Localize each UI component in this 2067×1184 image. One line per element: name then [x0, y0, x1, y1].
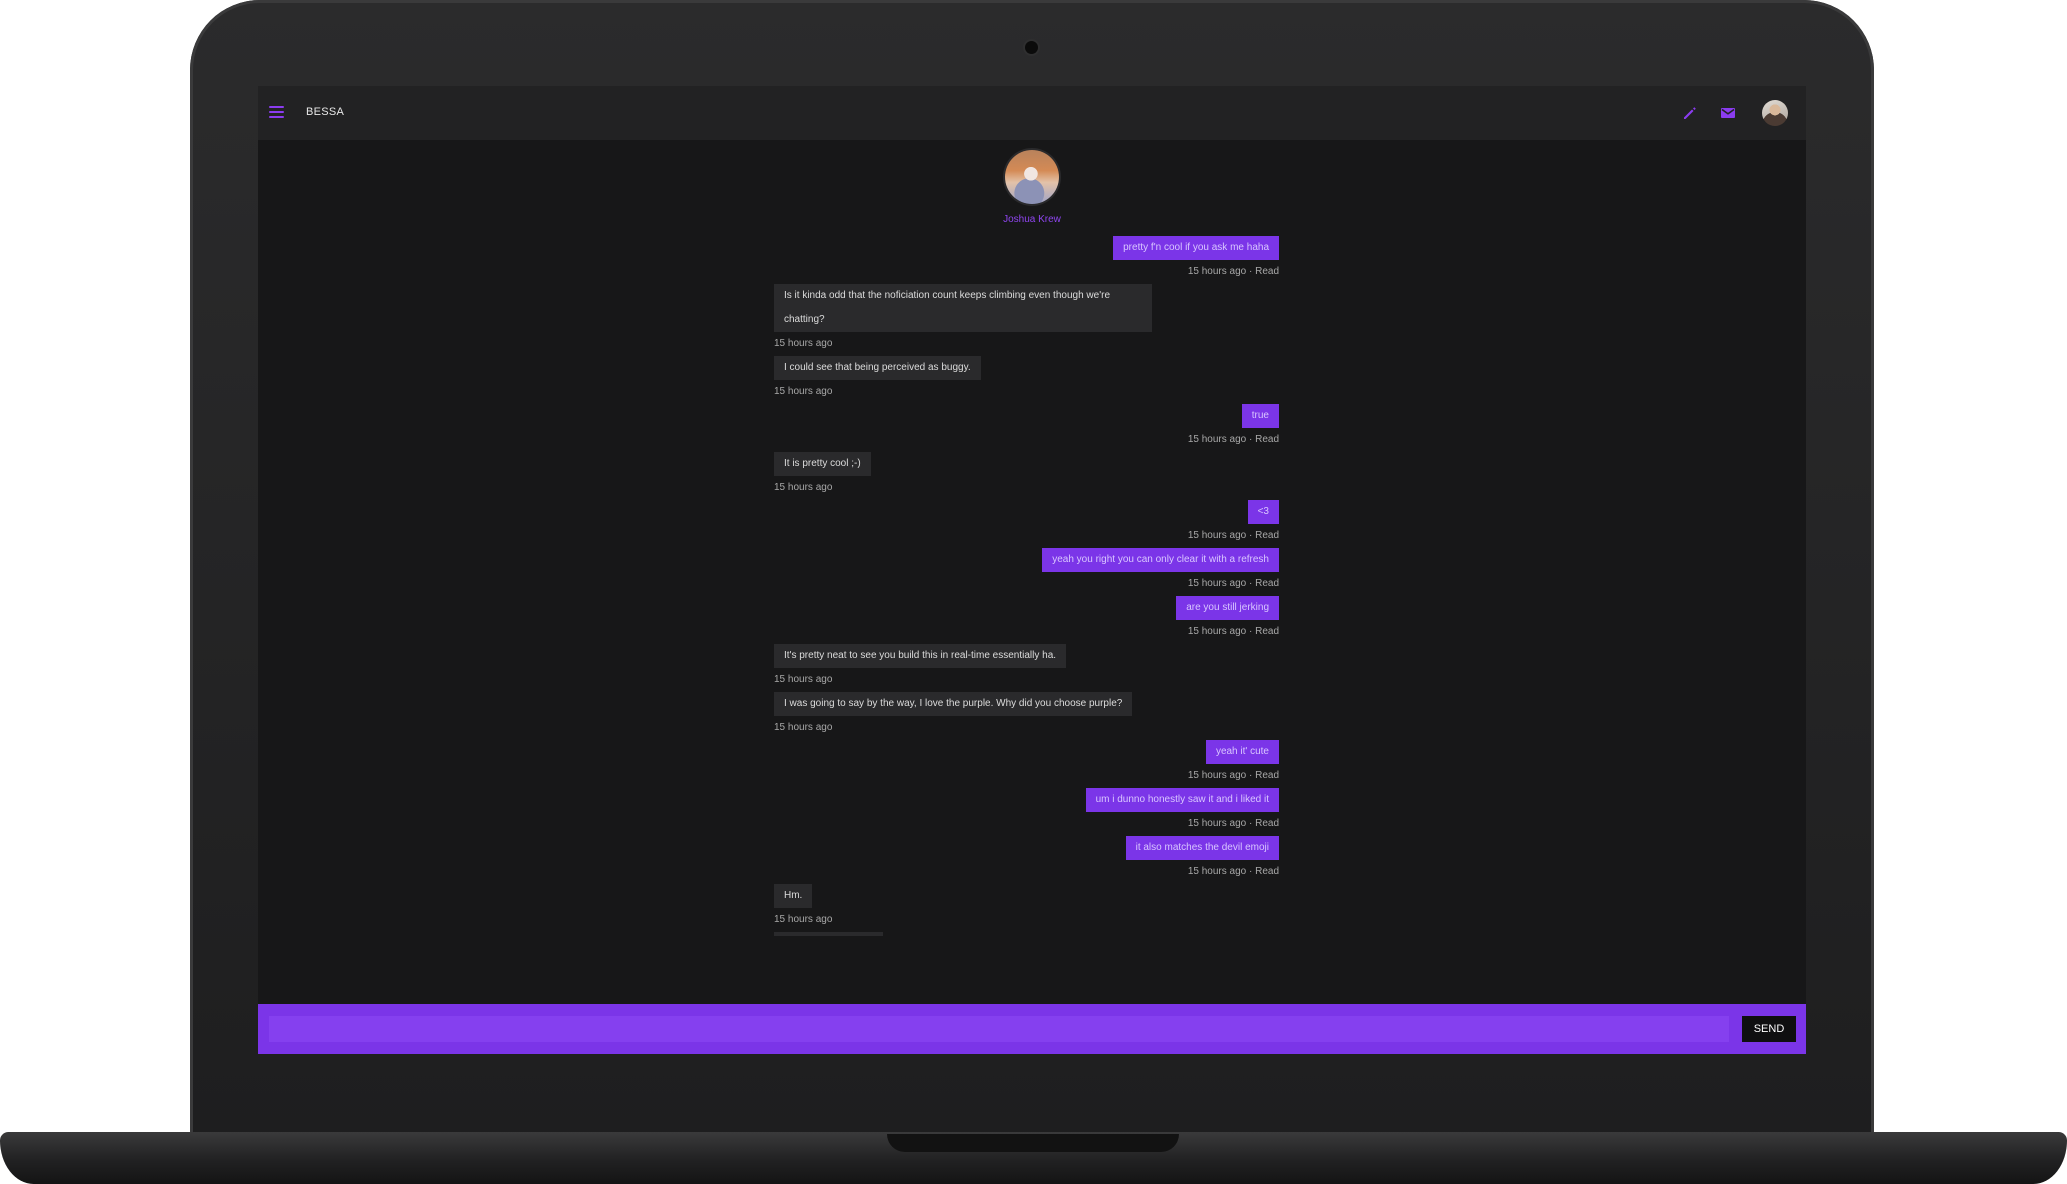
message-timestamp: 15 hours ago · Read	[1187, 626, 1279, 637]
message-timestamp: 15 hours ago · Read	[1187, 434, 1279, 445]
message-bubble[interactable]: I could see that being perceived as bugg…	[774, 356, 981, 380]
message-bubble[interactable]: true	[1241, 404, 1279, 428]
sent-message: um i dunno honestly saw it and i liked i…	[774, 788, 1279, 836]
message-timestamp: 15 hours ago · Read	[1187, 866, 1279, 877]
laptop-notch	[887, 1134, 1179, 1152]
message-timestamp: 15 hours ago · Read	[1187, 770, 1279, 781]
laptop-mockup: BESSA Joshua Krew pretty f'n cool if you…	[0, 0, 2067, 1184]
message-bubble[interactable]: um i dunno honestly saw it and i liked i…	[1085, 788, 1279, 812]
sent-message: yeah it' cute 15 hours ago · Read	[774, 740, 1279, 788]
message-timestamp: 15 hours ago · Read	[1187, 818, 1279, 829]
menu-icon[interactable]	[269, 106, 284, 120]
received-message: It is pretty cool ;-) 15 hours ago	[774, 452, 1279, 500]
app-title: BESSA	[306, 106, 345, 118]
message-bubble[interactable]: Is it kinda odd that the noficiation cou…	[774, 284, 1152, 332]
message-bubble[interactable]: I was going to say by the way, I love th…	[774, 692, 1133, 716]
app-screen: BESSA Joshua Krew pretty f'n cool if you…	[258, 86, 1806, 1054]
message-timestamp: 15 hours ago · Read	[1187, 530, 1279, 541]
edit-icon[interactable]	[1682, 105, 1698, 121]
top-bar: BESSA	[258, 86, 1806, 140]
sent-message: it also matches the devil emoji 15 hours …	[774, 836, 1279, 884]
message-bubble[interactable]: yeah it' cute	[1205, 740, 1279, 764]
message-bubble[interactable]: Hm.	[774, 884, 813, 908]
message-timestamp: 15 hours ago	[774, 674, 833, 685]
message-composer: SEND	[258, 1004, 1806, 1054]
message-timestamp: 15 hours ago	[774, 482, 833, 493]
sent-message: true 15 hours ago · Read	[774, 404, 1279, 452]
message-timestamp: 15 hours ago	[774, 386, 833, 397]
message-bubble[interactable]: yeah you right you can only clear it wit…	[1042, 548, 1279, 572]
contact-header: Joshua Krew	[258, 150, 1806, 225]
camera-icon	[1025, 41, 1038, 54]
mail-icon[interactable]	[1720, 105, 1736, 121]
message-bubble[interactable]: it also matches the devil emoji	[1125, 836, 1279, 860]
avatar[interactable]	[1762, 100, 1788, 126]
sent-message: yeah you right you can only clear it wit…	[774, 548, 1279, 596]
message-timestamp: 15 hours ago	[774, 914, 833, 925]
message-list[interactable]: pretty f'n cool if you ask me haha 15 hou…	[774, 236, 1279, 936]
received-message: It's pretty neat to see you build this i…	[774, 644, 1279, 692]
received-message: I was going to say by the way, I love th…	[774, 692, 1279, 740]
message-timestamp: 15 hours ago · Read	[1187, 578, 1279, 589]
send-button[interactable]: SEND	[1742, 1016, 1796, 1042]
message-bubble[interactable]: I miss you already :(	[774, 932, 884, 936]
message-input[interactable]	[269, 1016, 1729, 1042]
message-bubble[interactable]: pretty f'n cool if you ask me haha	[1113, 236, 1279, 260]
sent-message: are you still jerking 15 hours ago · Read	[774, 596, 1279, 644]
message-bubble[interactable]: It's pretty neat to see you build this i…	[774, 644, 1067, 668]
message-timestamp: 15 hours ago	[774, 338, 833, 349]
message-timestamp: 15 hours ago · Read	[1187, 266, 1279, 277]
sent-message: <3 15 hours ago · Read	[774, 500, 1279, 548]
message-bubble[interactable]: are you still jerking	[1176, 596, 1279, 620]
contact-name[interactable]: Joshua Krew	[258, 214, 1806, 225]
message-timestamp: 15 hours ago	[774, 722, 833, 733]
message-bubble[interactable]: It is pretty cool ;-)	[774, 452, 871, 476]
contact-avatar[interactable]	[1005, 150, 1059, 204]
received-message: I could see that being perceived as bugg…	[774, 356, 1279, 404]
sent-message: pretty f'n cool if you ask me haha 15 hou…	[774, 236, 1279, 284]
received-message: Is it kinda odd that the noficiation cou…	[774, 284, 1279, 356]
received-message: Hm. 15 hours ago	[774, 884, 1279, 932]
message-bubble[interactable]: <3	[1247, 500, 1279, 524]
received-message: I miss you already :(	[774, 932, 1279, 936]
